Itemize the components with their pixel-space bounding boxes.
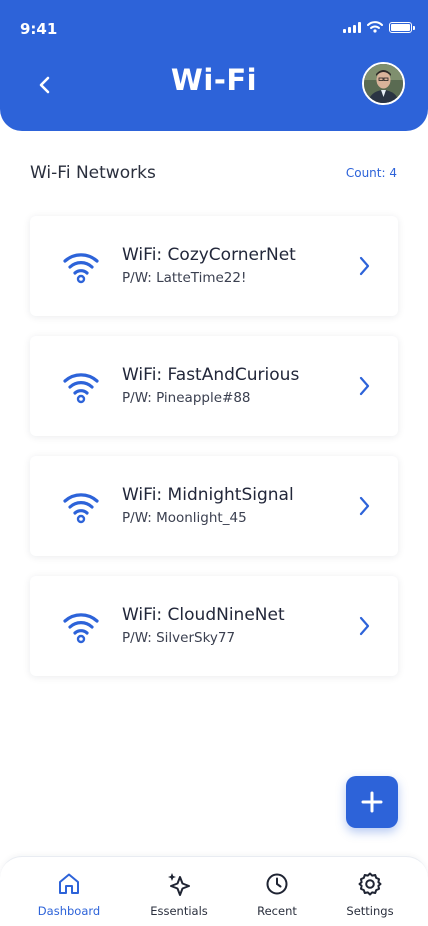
network-card[interactable]: WiFi: CloudNineNet P/W: SilverSky77 (30, 576, 398, 676)
battery-icon (389, 21, 415, 33)
cellular-signal-icon (343, 21, 361, 33)
nav-recent[interactable]: Recent (232, 871, 322, 918)
wifi-icon (63, 493, 99, 524)
wifi-icon (63, 373, 99, 404)
chevron-right-icon (359, 496, 370, 516)
add-network-button[interactable] (346, 776, 398, 828)
wifi-status-icon (367, 21, 383, 33)
network-card[interactable]: WiFi: CozyCornerNet P/W: LatteTime22! (30, 216, 398, 316)
avatar[interactable] (362, 62, 405, 105)
clock-icon (266, 873, 288, 895)
network-card[interactable]: WiFi: FastAndCurious P/W: Pineapple#88 (30, 336, 398, 436)
network-count: Count: 4 (345, 166, 397, 180)
nav-essentials[interactable]: Essentials (134, 871, 224, 918)
nav-label: Recent (257, 904, 297, 918)
nav-label: Dashboard (37, 904, 101, 918)
network-card[interactable]: WiFi: MidnightSignal P/W: Moonlight_45 (30, 456, 398, 556)
network-password: P/W: Moonlight_45 (122, 510, 247, 526)
chevron-right-icon (359, 376, 370, 396)
user-avatar-icon (364, 64, 403, 103)
network-password: P/W: LatteTime22! (122, 270, 247, 286)
network-password: P/W: SilverSky77 (122, 630, 236, 646)
wifi-icon (63, 253, 99, 284)
bottom-nav: Dashboard Essentials Recent Settings (0, 856, 428, 926)
network-ssid: WiFi: CloudNineNet (122, 605, 285, 625)
network-password: P/W: Pineapple#88 (122, 390, 251, 406)
network-ssid: WiFi: MidnightSignal (122, 485, 294, 505)
nav-label: Settings (346, 904, 394, 918)
home-icon (59, 873, 79, 894)
network-ssid: WiFi: CozyCornerNet (122, 245, 296, 265)
chevron-right-icon (359, 616, 370, 636)
section-title: Wi-Fi Networks (30, 163, 156, 183)
nav-settings[interactable]: Settings (325, 871, 415, 918)
wifi-icon (63, 613, 99, 644)
status-time: 9:41 (20, 20, 58, 38)
sparkle-icon (168, 873, 190, 896)
status-icons (343, 21, 415, 33)
chevron-right-icon (359, 256, 370, 276)
nav-dashboard[interactable]: Dashboard (24, 871, 114, 918)
plus-icon (361, 791, 383, 813)
nav-label: Essentials (150, 904, 208, 918)
network-ssid: WiFi: FastAndCurious (122, 365, 300, 385)
app-header: 9:41 Wi-Fi (0, 0, 428, 131)
gear-icon (358, 872, 382, 896)
